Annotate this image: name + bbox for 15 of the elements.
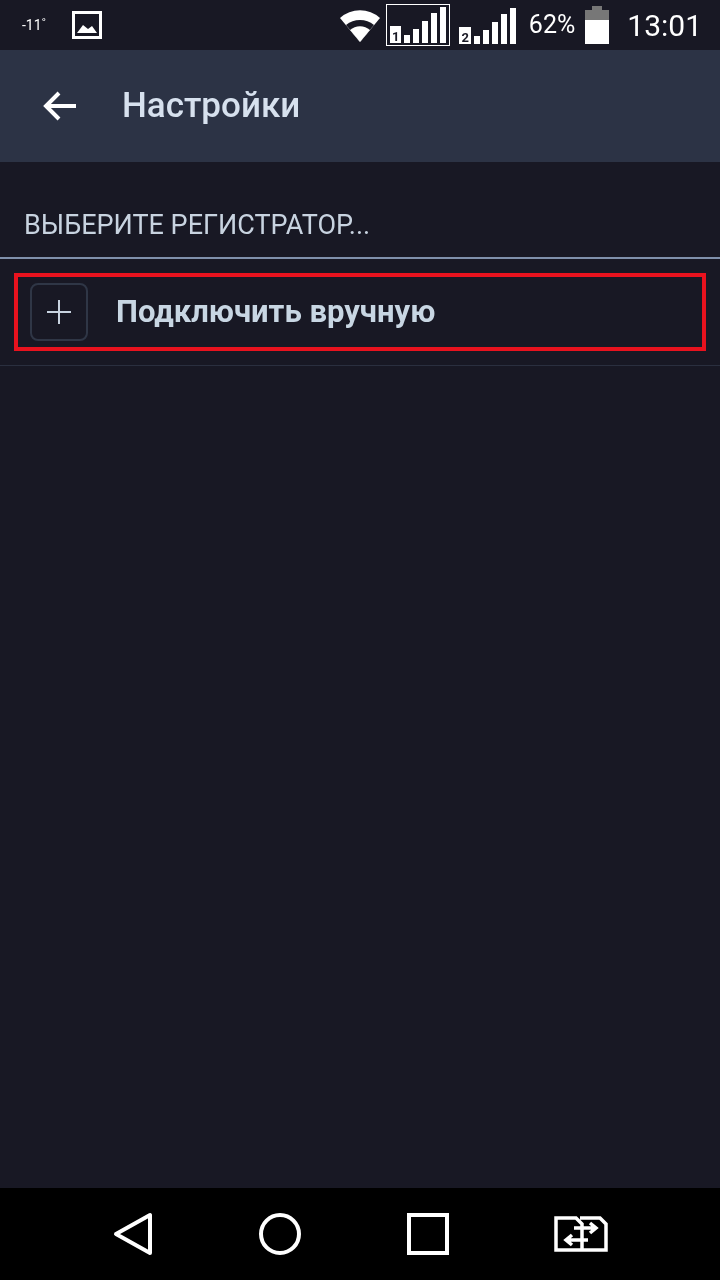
sim-switch-icon[interactable] <box>553 1216 608 1252</box>
connect-manually-item[interactable]: Подключить вручную <box>14 273 706 351</box>
clock: 13:01 <box>627 6 702 45</box>
temperature: -11˚ <box>22 15 47 35</box>
home-nav-icon[interactable] <box>257 1212 302 1256</box>
image-icon <box>72 11 103 39</box>
recents-nav-icon[interactable] <box>406 1213 449 1255</box>
back-arrow-icon <box>42 90 78 122</box>
back-nav-icon[interactable] <box>112 1212 153 1256</box>
section-header: ВЫБЕРИТЕ РЕГИСТРАТОР... <box>23 212 372 239</box>
app-bar-title: Настройки <box>122 83 301 128</box>
signal-icon: 1 <box>385 4 451 46</box>
battery-icon <box>585 6 610 44</box>
plus-icon <box>30 283 88 341</box>
battery-percent: 62% <box>528 9 576 42</box>
